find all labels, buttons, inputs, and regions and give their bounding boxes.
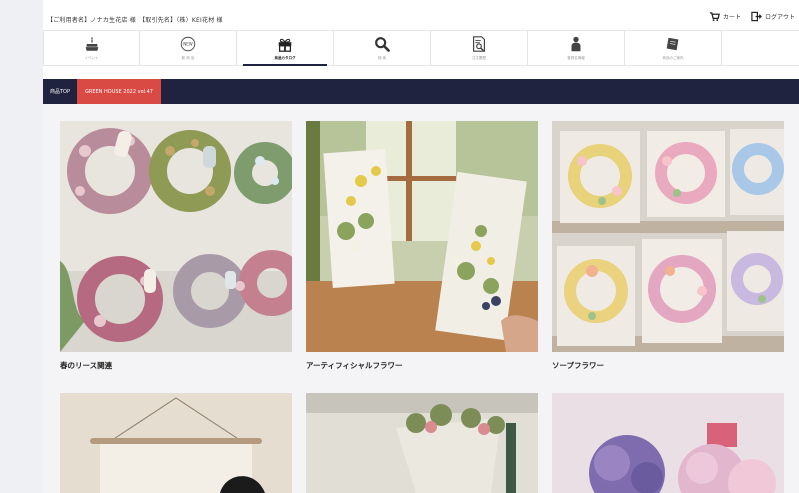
nav-item-event[interactable]: イベント bbox=[43, 31, 140, 65]
nav-item-account[interactable]: 登録名情報 bbox=[528, 31, 625, 65]
nav-item-catalog[interactable]: 商品カタログ bbox=[237, 31, 334, 66]
svg-text:NEW: NEW bbox=[183, 41, 193, 46]
product-title[interactable]: 春のリース関連 bbox=[60, 360, 112, 371]
nav-item-search[interactable]: 検 索 bbox=[334, 31, 431, 65]
nav-item-guide[interactable]: 商品のご案内 bbox=[625, 31, 722, 65]
cart-label: カート bbox=[722, 14, 741, 21]
breadcrumb-current[interactable]: GREEN HOUSE 2022 vol.47 bbox=[77, 79, 161, 104]
nav-label: イベント bbox=[84, 56, 99, 60]
main-nav: イベント NEW 新 商 品 商品カタログ 検 索 注文履歴 登録名情報 商品の… bbox=[43, 30, 799, 66]
cake-icon bbox=[85, 36, 98, 51]
product-title[interactable]: ソープフラワー bbox=[552, 360, 604, 371]
product-grid: 春のリース関連 アーティフィシャルフラワー ソープフラワー bbox=[43, 104, 799, 493]
breadcrumb: 商品TOP GREEN HOUSE 2022 vol.47 bbox=[43, 79, 799, 104]
customer-info: 【ご利用者名】ノナカ生花店 様 【取引先名】（株）KEI花材 様 bbox=[47, 17, 223, 24]
page-frame: 【ご利用者名】ノナカ生花店 様 【取引先名】（株）KEI花材 様 カート ログア… bbox=[43, 0, 799, 493]
product-image-tapestry[interactable] bbox=[60, 393, 292, 493]
cart-icon bbox=[709, 12, 720, 22]
nav-label: 注文履歴 bbox=[472, 56, 486, 60]
nav-label: 新 商 品 bbox=[181, 56, 195, 60]
product-image-bouquet[interactable] bbox=[306, 393, 538, 493]
order-history-icon bbox=[473, 36, 485, 52]
gift-box-icon bbox=[278, 38, 292, 52]
product-title[interactable]: アーティフィシャルフラワー bbox=[306, 360, 402, 371]
top-bar: 【ご利用者名】ノナカ生花店 様 【取引先名】（株）KEI花材 様 カート ログア… bbox=[43, 0, 799, 30]
logout-label: ログアウト bbox=[764, 14, 795, 21]
cart-link[interactable]: カート bbox=[709, 11, 741, 22]
nav-label: 登録名情報 bbox=[567, 56, 585, 60]
nav-label: 検 索 bbox=[377, 56, 387, 60]
search-icon bbox=[375, 37, 390, 52]
product-card-row2-2[interactable] bbox=[306, 393, 538, 493]
product-image-soap[interactable] bbox=[552, 121, 784, 352]
logout-link[interactable]: ログアウト bbox=[751, 11, 795, 22]
product-image-artificial[interactable] bbox=[306, 121, 538, 352]
product-image-wreaths[interactable] bbox=[60, 121, 292, 352]
new-badge-icon: NEW bbox=[180, 36, 196, 52]
product-card-row2-1[interactable] bbox=[60, 393, 292, 493]
nav-item-new-products[interactable]: NEW 新 商 品 bbox=[140, 31, 237, 65]
nav-label: 商品カタログ bbox=[274, 56, 296, 60]
user-icon bbox=[571, 36, 581, 52]
product-image-hydrangea[interactable] bbox=[552, 393, 784, 493]
nav-label: 商品のご案内 bbox=[662, 56, 684, 60]
breadcrumb-home[interactable]: 商品TOP bbox=[43, 79, 77, 104]
logout-icon bbox=[751, 11, 762, 22]
product-card-row2-3[interactable] bbox=[552, 393, 784, 493]
nav-item-order-history[interactable]: 注文履歴 bbox=[431, 31, 528, 65]
top-links: カート ログアウト bbox=[709, 11, 795, 22]
catalog-book-icon bbox=[666, 37, 679, 51]
